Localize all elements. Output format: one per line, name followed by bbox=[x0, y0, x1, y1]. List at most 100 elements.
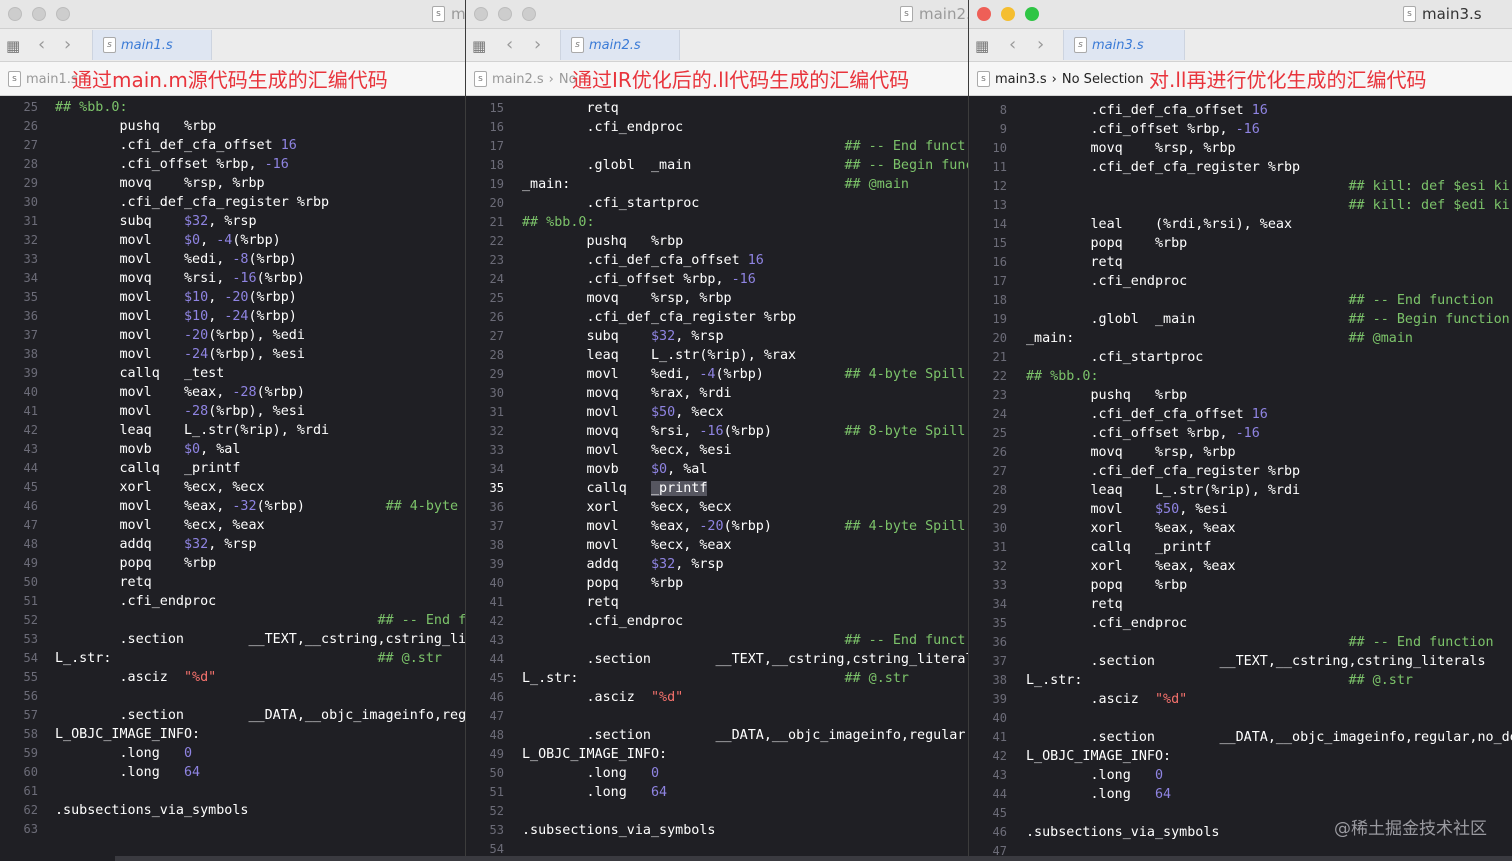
code-line[interactable]: 48 addq $32, %rsp bbox=[0, 535, 465, 554]
code-line[interactable]: 44 callq _printf bbox=[0, 459, 465, 478]
code-line[interactable]: 31 subq $32, %rsp bbox=[0, 212, 465, 231]
code-line[interactable]: 48 .section __DATA,__objc_imageinfo,regu… bbox=[466, 726, 968, 745]
code-text[interactable]: leaq L_.str(%rip), %rax bbox=[522, 346, 796, 365]
code-text[interactable]: pushq %rbp bbox=[522, 232, 683, 251]
code-text[interactable]: movq %rsi, -16(%rbp) bbox=[55, 269, 304, 288]
code-line[interactable]: 11 .cfi_def_cfa_register %rbp bbox=[969, 158, 1512, 177]
code-line[interactable]: 42 .cfi_endproc bbox=[466, 612, 968, 631]
code-line[interactable]: 30 xorl %eax, %eax bbox=[969, 519, 1512, 538]
breadcrumb-file[interactable]: main1.s bbox=[26, 72, 78, 87]
code-line[interactable]: 36 ## -- End function bbox=[969, 633, 1512, 652]
code-line[interactable]: 27 .cfi_def_cfa_offset 16 bbox=[0, 136, 465, 155]
code-line[interactable]: 35 .cfi_endproc bbox=[969, 614, 1512, 633]
code-line[interactable]: 19 .globl _main ## -- Begin function mai bbox=[969, 310, 1512, 329]
code-line[interactable]: 43 ## -- End funct bbox=[466, 631, 968, 650]
code-line[interactable]: 21 .cfi_startproc bbox=[969, 348, 1512, 367]
code-text[interactable]: .globl _main ## -- Begin function bbox=[522, 156, 968, 175]
code-text[interactable]: .cfi_endproc bbox=[522, 612, 683, 631]
code-line[interactable]: 42 L_OBJC_IMAGE_INFO: bbox=[969, 747, 1512, 766]
code-line[interactable]: 20 .cfi_startproc bbox=[466, 194, 968, 213]
close-window-button[interactable] bbox=[977, 7, 991, 21]
zoom-window-button[interactable] bbox=[1025, 7, 1039, 21]
code-line[interactable]: 42 leaq L_.str(%rip), %rdi bbox=[0, 421, 465, 440]
code-text[interactable]: movl -20(%rbp), %edi bbox=[55, 326, 304, 345]
code-line[interactable]: 47 movl %ecx, %eax bbox=[0, 516, 465, 535]
code-line[interactable]: 29 movl $50, %esi bbox=[969, 500, 1512, 519]
code-line[interactable]: 16 .cfi_endproc bbox=[466, 118, 968, 137]
code-line[interactable]: 63 bbox=[0, 820, 465, 839]
code-text[interactable]: .cfi_offset %rbp, -16 bbox=[1026, 424, 1259, 443]
code-line[interactable]: 45 L_.str: ## @.str bbox=[466, 669, 968, 688]
code-line[interactable]: 56 bbox=[0, 687, 465, 706]
code-text[interactable]: movq %rsp, %rbp bbox=[55, 174, 264, 193]
code-text[interactable]: .long 0 bbox=[1026, 766, 1163, 785]
code-text[interactable]: retq bbox=[1026, 595, 1122, 614]
window-controls[interactable] bbox=[977, 7, 1039, 21]
code-line[interactable]: 45 xorl %ecx, %ecx bbox=[0, 478, 465, 497]
back-arrow-icon[interactable]: ‹ bbox=[38, 34, 45, 55]
code-text[interactable]: movl -24(%rbp), %esi bbox=[55, 345, 304, 364]
code-text[interactable]: callq _printf bbox=[1026, 538, 1211, 557]
code-line[interactable]: 50 retq bbox=[0, 573, 465, 592]
code-text[interactable]: retq bbox=[522, 593, 618, 612]
window-controls[interactable] bbox=[8, 7, 70, 21]
code-text[interactable]: movl %edi, -4(%rbp) ## 4-byte Spill bbox=[522, 365, 965, 384]
code-text[interactable]: ## kill: def $esi ki bbox=[1026, 177, 1509, 196]
code-text[interactable]: movl %ecx, %eax bbox=[522, 536, 731, 555]
tab-main2[interactable]: s main2.s bbox=[560, 30, 680, 60]
code-line[interactable]: 30 movq %rax, %rdi bbox=[466, 384, 968, 403]
code-line[interactable]: 30 .cfi_def_cfa_register %rbp bbox=[0, 193, 465, 212]
code-line[interactable]: 24 .cfi_offset %rbp, -16 bbox=[466, 270, 968, 289]
code-line[interactable]: 9 .cfi_offset %rbp, -16 bbox=[969, 120, 1512, 139]
code-line[interactable]: 34 movq %rsi, -16(%rbp) bbox=[0, 269, 465, 288]
code-text[interactable]: .asciz "%d" bbox=[55, 668, 216, 687]
code-line[interactable]: 57 .section __DATA,__objc_imageinfo,regu… bbox=[0, 706, 465, 725]
code-text[interactable]: .cfi_endproc bbox=[522, 118, 683, 137]
code-line[interactable]: 35 movl $10, -20(%rbp) bbox=[0, 288, 465, 307]
code-line[interactable]: 29 movq %rsp, %rbp bbox=[0, 174, 465, 193]
code-line[interactable]: 27 .cfi_def_cfa_register %rbp bbox=[969, 462, 1512, 481]
code-text[interactable]: popq %rbp bbox=[522, 574, 683, 593]
code-text[interactable]: .cfi_startproc bbox=[1026, 348, 1203, 367]
code-line[interactable]: 24 .cfi_def_cfa_offset 16 bbox=[969, 405, 1512, 424]
code-line[interactable]: 22 pushq %rbp bbox=[466, 232, 968, 251]
forward-arrow-icon[interactable]: › bbox=[1037, 34, 1044, 55]
code-text[interactable]: movl %ecx, %eax bbox=[55, 516, 264, 535]
code-line[interactable]: 25 .cfi_offset %rbp, -16 bbox=[969, 424, 1512, 443]
code-text[interactable]: ## %bb.0: bbox=[1026, 367, 1099, 386]
close-window-button[interactable] bbox=[474, 7, 488, 21]
code-text[interactable]: addq $32, %rsp bbox=[55, 535, 256, 554]
code-text[interactable]: movb $0, %al bbox=[522, 460, 707, 479]
code-line[interactable]: 53 .section __TEXT,__cstring,cstring_lit… bbox=[0, 630, 465, 649]
code-line[interactable]: 8 .cfi_def_cfa_offset 16 bbox=[969, 101, 1512, 120]
code-text[interactable]: xorl %ecx, %ecx bbox=[55, 478, 264, 497]
code-line[interactable]: 33 popq %rbp bbox=[969, 576, 1512, 595]
code-line[interactable]: 49 popq %rbp bbox=[0, 554, 465, 573]
code-text[interactable]: .long 0 bbox=[522, 764, 659, 783]
code-line[interactable]: 41 .section __DATA,__objc_imageinfo,regu… bbox=[969, 728, 1512, 747]
code-text[interactable]: leal (%rdi,%rsi), %eax bbox=[1026, 215, 1292, 234]
back-arrow-icon[interactable]: ‹ bbox=[1009, 34, 1016, 55]
code-line[interactable]: 19 _main: ## @main bbox=[466, 175, 968, 194]
code-line[interactable]: 40 popq %rbp bbox=[466, 574, 968, 593]
code-text[interactable]: .globl _main ## -- Begin function mai bbox=[1026, 310, 1512, 329]
breadcrumb[interactable]: s main1.s bbox=[8, 71, 78, 87]
code-text[interactable]: leaq L_.str(%rip), %rdi bbox=[1026, 481, 1300, 500]
code-line[interactable]: 28 leaq L_.str(%rip), %rax bbox=[466, 346, 968, 365]
code-line[interactable]: 31 movl $50, %ecx bbox=[466, 403, 968, 422]
code-text[interactable]: leaq L_.str(%rip), %rdi bbox=[55, 421, 329, 440]
code-text[interactable]: ## -- End funct bbox=[522, 137, 965, 156]
close-window-button[interactable] bbox=[8, 7, 22, 21]
breadcrumb[interactable]: s main3.s › No Selection bbox=[977, 71, 1144, 87]
code-line[interactable]: 22 ## %bb.0: bbox=[969, 367, 1512, 386]
code-text[interactable]: popq %rbp bbox=[1026, 234, 1187, 253]
code-text[interactable]: L_OBJC_IMAGE_INFO: bbox=[55, 725, 200, 744]
horizontal-scrollbar[interactable] bbox=[115, 856, 1512, 861]
code-text[interactable]: .section __DATA,__objc_imageinfo,regular… bbox=[522, 726, 968, 745]
code-text[interactable]: .cfi_def_cfa_offset 16 bbox=[1026, 101, 1267, 120]
code-line[interactable]: 38 movl -24(%rbp), %esi bbox=[0, 345, 465, 364]
code-line[interactable]: 17 ## -- End funct bbox=[466, 137, 968, 156]
code-text[interactable]: addq $32, %rsp bbox=[522, 555, 723, 574]
code-line[interactable]: 39 .asciz "%d" bbox=[969, 690, 1512, 709]
code-line[interactable]: 44 .section __TEXT,__cstring,cstring_lit… bbox=[466, 650, 968, 669]
